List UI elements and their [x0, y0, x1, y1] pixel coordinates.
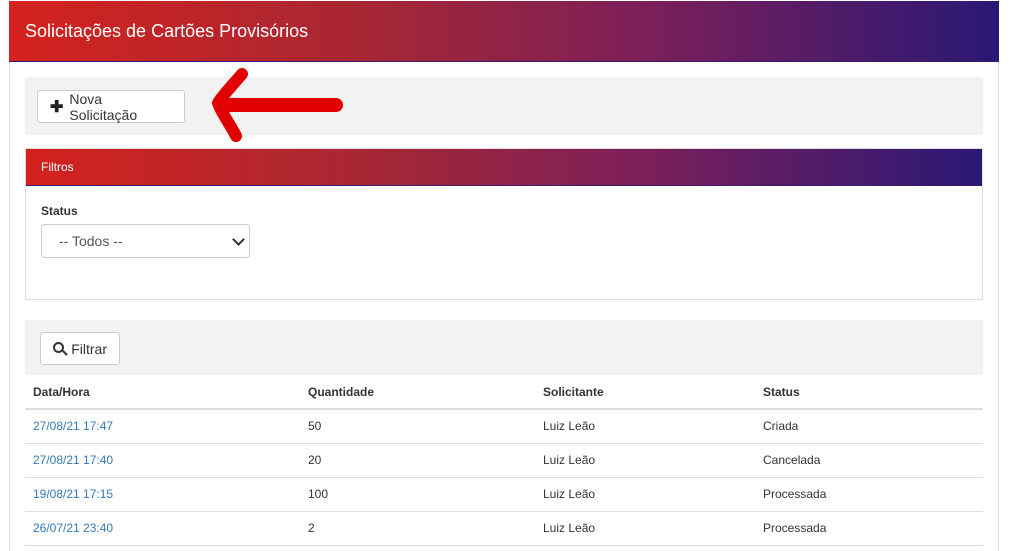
page-header: Solicitações de Cartões Provisórios — [9, 1, 999, 62]
datetime-link[interactable]: 27/08/21 17:40 — [33, 453, 113, 467]
column-header-datetime[interactable]: Data/Hora — [25, 375, 300, 410]
datetime-link[interactable]: 19/08/21 17:15 — [33, 487, 113, 501]
status-select-value: -- Todos -- — [59, 233, 123, 249]
quantity-cell: 100 — [300, 477, 535, 512]
status-cell: Cancelada — [755, 443, 983, 478]
table-header-row: Data/Hora Quantidade Solicitante Status — [25, 375, 983, 410]
column-header-requester[interactable]: Solicitante — [535, 375, 755, 410]
table-row: 26/07/21 23:40 2 Luiz Leão Processada — [25, 511, 983, 546]
requester-cell: Luiz Leão — [535, 511, 755, 546]
status-select[interactable]: -- Todos -- — [41, 224, 250, 258]
requests-table: Data/Hora Quantidade Solicitante Status … — [25, 375, 983, 546]
new-request-label: Nova Solicitação — [69, 90, 138, 123]
column-header-status[interactable]: Status — [755, 375, 983, 410]
table-row: 19/08/21 17:15 100 Luiz Leão Processada — [25, 477, 983, 512]
filter-button-label: Filtrar — [71, 340, 107, 357]
results-section: Filtrar Data/Hora Quantidade Solicitante… — [25, 320, 983, 551]
table-row: 27/08/21 17:47 50 Luiz Leão Criada — [25, 409, 983, 444]
column-header-quantity[interactable]: Quantidade — [300, 375, 535, 410]
requester-cell: Luiz Leão — [535, 477, 755, 512]
status-label: Status — [41, 204, 78, 218]
page-title: Solicitações de Cartões Provisórios — [25, 21, 309, 41]
filter-button[interactable]: Filtrar — [40, 332, 120, 365]
requester-cell: Luiz Leão — [535, 443, 755, 478]
filters-panel: Filtros Status -- Todos -- — [25, 148, 983, 300]
toolbar: ✚ Nova Solicitação — [25, 77, 983, 135]
datetime-link[interactable]: 26/07/21 23:40 — [33, 521, 113, 535]
filters-title: Filtros — [41, 160, 74, 174]
datetime-link[interactable]: 27/08/21 17:47 — [33, 419, 113, 433]
search-icon — [53, 341, 68, 356]
status-cell: Processada — [755, 511, 983, 546]
annotation-arrow-icon — [212, 68, 343, 142]
chevron-down-icon — [232, 233, 245, 246]
filters-panel-header: Filtros — [26, 149, 982, 186]
plus-icon: ✚ — [50, 98, 64, 116]
quantity-cell: 50 — [300, 409, 535, 444]
quantity-cell: 20 — [300, 443, 535, 478]
filter-bar: Filtrar — [25, 320, 983, 375]
table-row: 27/08/21 17:40 20 Luiz Leão Cancelada — [25, 443, 983, 478]
quantity-cell: 2 — [300, 511, 535, 546]
status-cell: Processada — [755, 477, 983, 512]
new-request-button[interactable]: ✚ Nova Solicitação — [37, 90, 185, 123]
status-cell: Criada — [755, 409, 983, 444]
requester-cell: Luiz Leão — [535, 409, 755, 444]
